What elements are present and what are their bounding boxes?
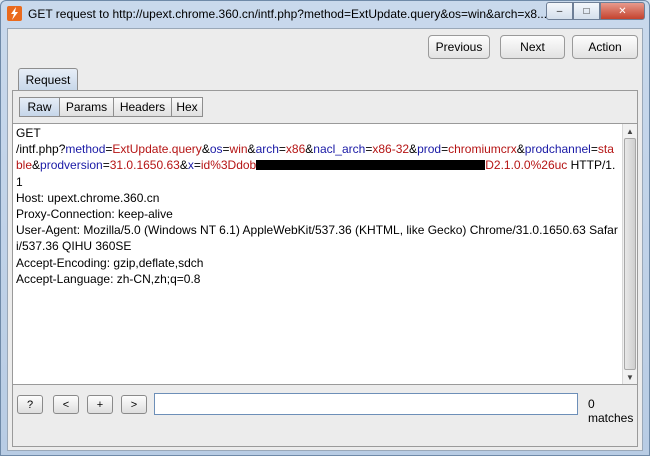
param-key: arch bbox=[255, 142, 279, 157]
param-key: prodversion bbox=[40, 158, 103, 173]
request-method: GET bbox=[16, 126, 41, 140]
param-key: method bbox=[65, 142, 106, 157]
vertical-scrollbar[interactable]: ▲ ▼ bbox=[622, 124, 637, 384]
param-key: os bbox=[209, 142, 223, 157]
param-value: ExtUpdate.query bbox=[112, 142, 202, 157]
raw-request-text[interactable]: GET /intf.php?method=ExtUpdate.query&os=… bbox=[16, 125, 620, 383]
action-button[interactable]: Action bbox=[572, 35, 638, 59]
subtab-raw[interactable]: Raw bbox=[19, 97, 59, 117]
request-header-line: Host: upext.chrome.360.cn bbox=[16, 190, 160, 205]
param-key: prod bbox=[417, 142, 442, 157]
search-next-button[interactable]: > bbox=[121, 395, 147, 414]
request-panel: Raw Params Headers Hex GET /intf.php?met… bbox=[12, 90, 638, 447]
minimize-button[interactable]: – bbox=[546, 2, 573, 20]
previous-button[interactable]: Previous bbox=[428, 35, 490, 59]
tab-request[interactable]: Request bbox=[18, 68, 78, 91]
subtab-params[interactable]: Params bbox=[59, 97, 113, 117]
param-value: D2.1.0.0%26uc bbox=[485, 158, 568, 173]
match-count: 0 matches bbox=[588, 397, 634, 425]
title-bar[interactable]: GET request to http://upext.chrome.360.c… bbox=[1, 1, 649, 27]
burp-app-icon bbox=[7, 6, 22, 21]
maximize-button[interactable]: □ bbox=[573, 2, 600, 20]
param-value: win bbox=[229, 142, 248, 157]
raw-request-editor[interactable]: GET /intf.php?method=ExtUpdate.query&os=… bbox=[13, 123, 637, 385]
param-value: chromiumcrx bbox=[448, 142, 517, 157]
search-input[interactable] bbox=[154, 393, 578, 415]
param-key: prodchannel bbox=[524, 142, 591, 157]
search-help-button[interactable]: ? bbox=[17, 395, 43, 414]
request-path: /intf.php? bbox=[16, 142, 66, 157]
subtab-hex[interactable]: Hex bbox=[171, 97, 203, 117]
close-button[interactable]: ✕ bbox=[600, 2, 645, 20]
window-title: GET request to http://upext.chrome.360.c… bbox=[28, 7, 548, 21]
param-value: x86 bbox=[285, 142, 306, 157]
dialog-client-area: Previous Next Action Request Raw Params … bbox=[7, 28, 643, 451]
param-value: id%3Ddob bbox=[200, 158, 257, 173]
param-key: nacl_arch bbox=[313, 142, 366, 157]
subtab-headers[interactable]: Headers bbox=[113, 97, 171, 117]
redaction-bar bbox=[256, 160, 486, 171]
param-value: 31.0.1650.63 bbox=[109, 158, 180, 173]
scroll-up-icon[interactable]: ▲ bbox=[623, 124, 637, 138]
request-header-line: Proxy-Connection: keep-alive bbox=[16, 207, 173, 222]
param-key: x bbox=[187, 158, 194, 173]
burp-window: GET request to http://upext.chrome.360.c… bbox=[0, 0, 650, 456]
request-header-line: User-Agent: Mozilla/5.0 (Windows NT 6.1)… bbox=[16, 223, 618, 254]
request-header-line: Accept-Encoding: gzip,deflate,sdch bbox=[16, 255, 204, 270]
scroll-down-icon[interactable]: ▼ bbox=[623, 370, 637, 384]
next-button[interactable]: Next bbox=[500, 35, 565, 59]
subtab-strip: Raw Params Headers Hex bbox=[19, 97, 203, 117]
param-value: x86-32 bbox=[372, 142, 410, 157]
search-previous-button[interactable]: < bbox=[53, 395, 79, 414]
scrollbar-thumb[interactable] bbox=[624, 138, 636, 370]
search-add-button[interactable]: + bbox=[87, 395, 113, 414]
search-bar: ? < + > 0 matches bbox=[13, 393, 637, 425]
request-header-line: Accept-Language: zh-CN,zh;q=0.8 bbox=[16, 271, 201, 286]
